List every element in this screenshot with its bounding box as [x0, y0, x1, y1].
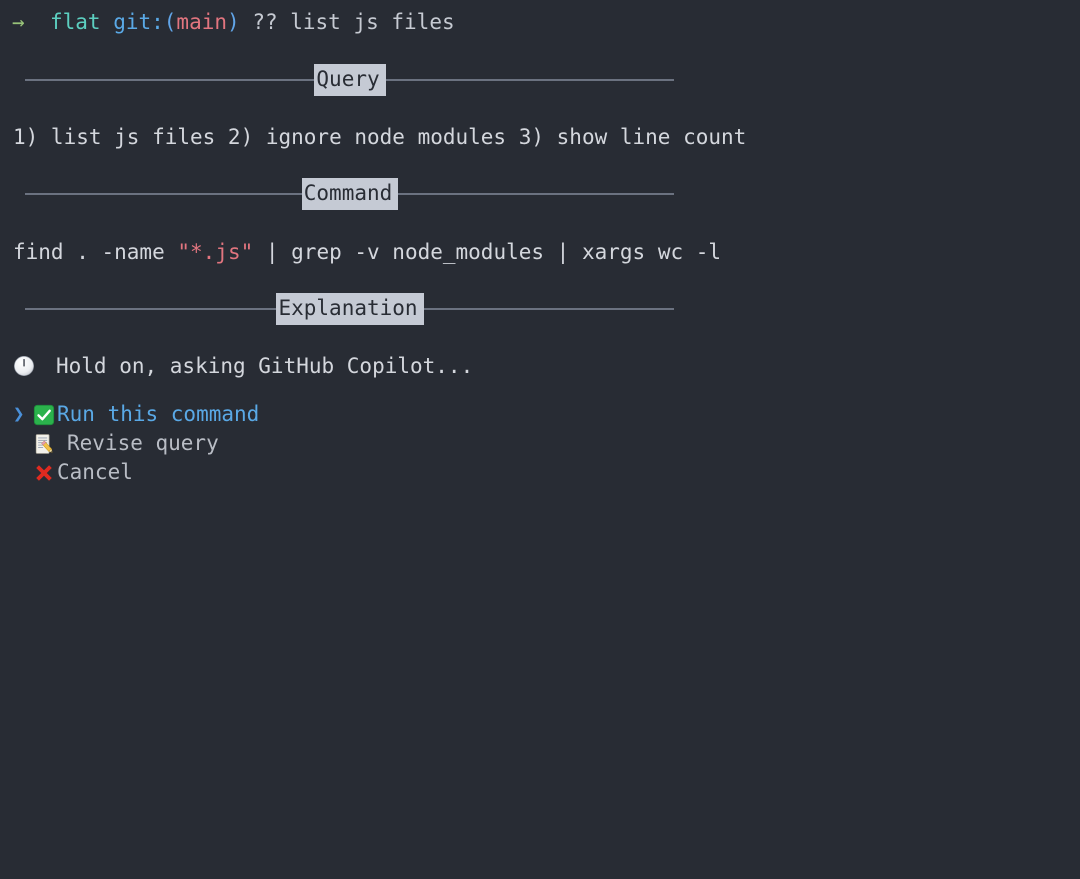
menu-item-cancel[interactable]: Cancel: [13, 458, 259, 487]
command-section-divider: Command: [25, 178, 674, 210]
prompt-paren-open: (: [163, 10, 177, 34]
query-section-divider: Query: [25, 64, 674, 96]
memo-icon: [35, 433, 53, 454]
divider-line-right: [398, 193, 674, 195]
explanation-status-row: Hold on, asking GitHub Copilot...: [13, 352, 473, 380]
menu-item-revise-query[interactable]: Revise query: [13, 429, 259, 458]
action-menu: ❯ Run this command Revise query Cancel: [13, 400, 259, 487]
menu-item-run-this-command[interactable]: ❯ Run this command: [13, 400, 259, 429]
selection-chevron-icon: ❯: [13, 403, 25, 425]
menu-item-label: Cancel: [57, 460, 133, 484]
explanation-section-badge: Explanation: [276, 293, 424, 325]
explanation-status-text: Hold on, asking GitHub Copilot...: [56, 354, 474, 378]
command-prefix: find . -name: [13, 240, 178, 264]
cross-mark-icon: [36, 464, 52, 481]
terminal-window: → flat git:(main) ?? list js files Query…: [0, 0, 1080, 879]
divider-line-right: [385, 79, 674, 81]
query-body-text: 1) list js files 2) ignore node modules …: [13, 125, 747, 149]
command-string-literal: "*.js": [177, 240, 254, 264]
prompt-arrow-icon: →: [12, 10, 25, 34]
menu-item-label: Revise query: [67, 431, 219, 455]
command-body-text: find . -name "*.js" | grep -v node_modul…: [13, 238, 721, 266]
check-mark-button-icon: [33, 404, 55, 425]
menu-item-label: Run this command: [57, 402, 260, 426]
divider-line-left: [25, 308, 277, 310]
command-section-badge: Command: [301, 178, 399, 210]
prompt-space-1: [25, 10, 50, 34]
selection-chevron-placeholder: [13, 429, 33, 458]
prompt-directory: flat: [49, 10, 101, 34]
command-suffix: | grep -v node_modules | xargs wc -l: [253, 240, 722, 264]
explanation-section-divider: Explanation: [25, 293, 674, 325]
clock-icon: [14, 356, 34, 376]
shell-prompt-line: → flat git:(main) ?? list js files: [12, 8, 455, 36]
prompt-paren-close: ): [227, 10, 240, 34]
prompt-git-label: git:: [113, 10, 164, 34]
divider-line-left: [25, 79, 315, 81]
prompt-space-3: [240, 10, 253, 34]
prompt-space-2: [101, 10, 114, 34]
divider-line-right: [423, 308, 674, 310]
prompt-typed-command[interactable]: ?? list js files: [252, 10, 454, 34]
query-section-badge: Query: [314, 64, 386, 96]
prompt-git-branch: main: [176, 10, 227, 34]
divider-line-left: [25, 193, 302, 195]
selection-chevron-placeholder: [13, 458, 33, 487]
